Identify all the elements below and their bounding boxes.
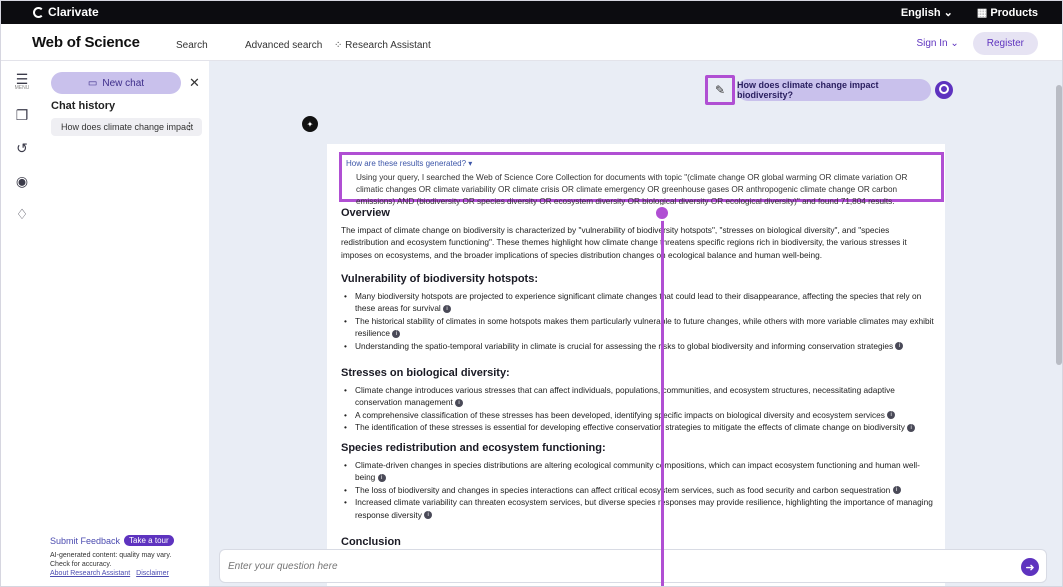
chat-sidebar: ▭ New chat ✕ Chat history How does clima… (43, 61, 209, 586)
brand-name: Clarivate (48, 5, 99, 19)
info-icon[interactable] (892, 486, 901, 495)
menu-label: MENU (14, 85, 30, 91)
chat-history-item[interactable]: How does climate change impact ⋮ (51, 118, 202, 136)
info-icon[interactable] (443, 304, 452, 313)
list-item: The loss of biodiversity and changes in … (341, 484, 939, 497)
section-heading: Stresses on biological diversity: (341, 367, 510, 379)
how-generated-text: Using your query, I searched the Web of … (356, 173, 908, 206)
how-generated-toggle[interactable]: How are these results generated? ▾ (346, 158, 472, 171)
question-input-bar: ➜ (219, 549, 1047, 583)
list-item-text: Increased climate variability can threat… (355, 497, 933, 520)
close-icon[interactable]: ✕ (189, 75, 200, 91)
list-item-text: The historical stability of climates in … (355, 315, 934, 339)
products-label: Products (990, 7, 1038, 19)
disclaimer-line-2: Check for accuracy. (50, 561, 112, 568)
sparkle-icon: ⁘ (334, 40, 343, 51)
register-button[interactable]: Register (972, 32, 1038, 55)
app-header: Web of Science Search Advanced search ⁘ … (1, 24, 1062, 63)
list-item: Climate-driven changes in species distri… (341, 459, 939, 484)
list-item-text: Many biodiversity hotspots are projected… (355, 290, 922, 314)
submit-feedback-link[interactable]: Submit Feedback (50, 536, 120, 546)
nav-research-assistant-label: Research Assistant (345, 40, 431, 51)
list-item-text: A comprehensive classification of these … (355, 409, 885, 420)
take-a-tour-button[interactable]: Take a tour (124, 535, 174, 546)
nav-search[interactable]: Search (176, 40, 208, 51)
history-icon[interactable]: ↺ (11, 140, 33, 157)
list-item-text: The loss of biodiversity and changes in … (355, 484, 891, 495)
section-heading: Vulnerability of biodiversity hotspots: (341, 273, 539, 285)
info-icon[interactable] (907, 423, 916, 432)
top-bar: Clarivate English ⌄ ▦ Products (1, 1, 1062, 24)
section-redistribution: Species redistribution and ecosystem fun… (341, 442, 939, 521)
list-item: Understanding the spatio-temporal variab… (341, 340, 939, 353)
sign-in-label: Sign In (916, 38, 948, 49)
annotation-pointer-line (661, 211, 664, 586)
info-icon[interactable] (424, 511, 433, 520)
chat-history-item-label: How does climate change impact (61, 122, 194, 132)
section-heading: Species redistribution and ecosystem fun… (341, 442, 606, 454)
language-label: English (900, 7, 941, 19)
chat-history-heading: Chat history (51, 100, 116, 112)
assistant-answer: How are these results generated? ▾ Using… (327, 144, 945, 586)
info-icon[interactable] (455, 398, 464, 407)
edit-question-button[interactable]: ✎ (705, 75, 735, 105)
send-icon[interactable]: ➜ (1021, 558, 1039, 576)
how-generated-box: How are these results generated? ▾ Using… (339, 152, 944, 206)
clarivate-logo[interactable]: Clarivate (33, 5, 99, 19)
chat-main: ✎ How does climate change impact biodive… (209, 61, 1062, 586)
info-icon[interactable] (895, 342, 904, 351)
list-item-text: The identification of these stresses is … (355, 422, 905, 432)
nav-research-assistant[interactable]: ⁘ Research Assistant (324, 40, 441, 63)
nav-advanced-search[interactable]: Advanced search (245, 40, 322, 51)
clarivate-logo-icon (33, 6, 44, 18)
list-item: Many biodiversity hotspots are projected… (341, 290, 939, 315)
new-chat-label: New chat (102, 77, 145, 89)
disclaimer-line-1: AI-generated content: quality may vary. (50, 552, 172, 559)
list-item: The identification of these stresses is … (341, 421, 939, 434)
page: Clarivate English ⌄ ▦ Products Web of Sc… (0, 0, 1063, 587)
scrollbar[interactable] (1056, 75, 1062, 545)
chevron-down-icon: ⌄ (943, 7, 953, 19)
profile-icon[interactable]: ◉ (11, 173, 33, 190)
notebook-icon[interactable]: ❐ (11, 107, 33, 124)
chat-icon: ▭ (87, 77, 98, 89)
list-item-text: Understanding the spatio-temporal variab… (355, 340, 894, 351)
overview-text: The impact of climate change on biodiver… (341, 224, 907, 260)
info-icon[interactable] (377, 473, 386, 482)
language-selector[interactable]: English ⌄ (901, 6, 953, 19)
ai-disclaimer: AI-generated content: quality may vary. … (50, 551, 175, 578)
user-question-bubble: How does climate change impact biodivers… (737, 79, 931, 101)
web-of-science-logo[interactable]: Web of Science (32, 34, 140, 51)
list-item: Increased climate variability can threat… (341, 496, 939, 521)
chevron-down-icon: ⌄ (950, 38, 959, 49)
overview-heading: Overview (341, 207, 390, 219)
more-options-icon[interactable]: ⋮ (185, 121, 194, 132)
about-research-assistant-link[interactable]: About Research Assistant (50, 570, 130, 577)
ai-icon: ✦ (302, 116, 318, 132)
disclaimer-link[interactable]: Disclaimer (136, 570, 169, 577)
question-input[interactable] (220, 550, 1000, 582)
section-hotspots: Vulnerability of biodiversity hotspots: … (341, 273, 939, 352)
list-item-text: Climate-driven changes in species distri… (355, 459, 920, 483)
sign-in-button[interactable]: Sign In ⌄ (916, 38, 958, 49)
conclusion-heading: Conclusion (341, 536, 401, 548)
scroll-thumb[interactable] (1056, 85, 1062, 365)
grid-icon: ▦ (976, 7, 988, 19)
list-item: The historical stability of climates in … (341, 315, 939, 340)
info-icon[interactable] (887, 411, 896, 420)
info-icon[interactable] (392, 329, 401, 338)
new-chat-button[interactable]: ▭ New chat (51, 72, 181, 94)
list-item: A comprehensive classification of these … (341, 409, 939, 422)
overview-section: Overview The impact of climate change on… (341, 207, 939, 261)
section-stresses: Stresses on biological diversity: Climat… (341, 367, 939, 434)
icon-rail: ☰ MENU ❐ ↺ ◉ ♢ (1, 61, 43, 586)
user-icon (935, 81, 953, 99)
list-item-text: Climate change introduces various stress… (355, 384, 895, 408)
bell-icon[interactable]: ♢ (11, 206, 33, 223)
list-item: Climate change introduces various stress… (341, 384, 939, 409)
pencil-icon: ✎ (714, 83, 726, 97)
annotation-pointer-dot (654, 205, 670, 221)
products-menu[interactable]: ▦ Products (977, 6, 1038, 19)
